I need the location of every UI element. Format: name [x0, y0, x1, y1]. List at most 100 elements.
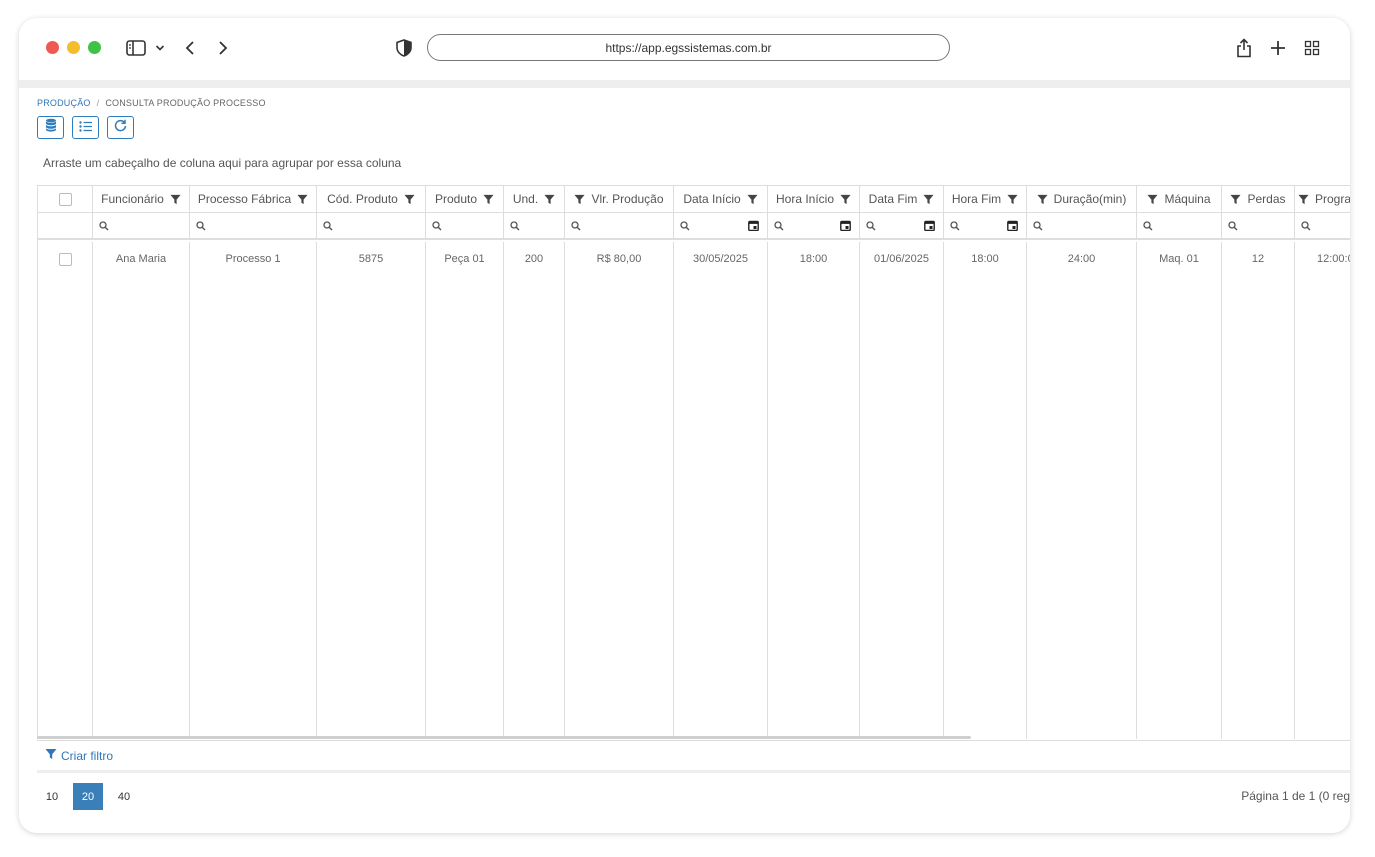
- chevron-down-icon[interactable]: [153, 35, 167, 61]
- filter-icon[interactable]: [840, 194, 851, 205]
- column-header-label: Máquina: [1164, 192, 1211, 206]
- filter-icon[interactable]: [1230, 194, 1242, 205]
- search-icon: [1143, 220, 1153, 231]
- table-cell: R$ 80,00: [565, 242, 674, 739]
- table-cell: Maq. 01: [1137, 242, 1222, 739]
- tab-overview-icon[interactable]: [1303, 35, 1321, 61]
- refresh-button[interactable]: [107, 116, 134, 139]
- grid-header-row: Funcionário Processo Fábrica Cód. Produto P…: [38, 186, 1350, 213]
- column-header-label: Duração(min): [1053, 192, 1127, 206]
- column-header-maquina[interactable]: Máquina: [1137, 186, 1222, 212]
- filter-cell-processo-fabrica[interactable]: [190, 213, 317, 238]
- filter-cell-maquina[interactable]: [1137, 213, 1222, 238]
- row-select-cell: [38, 242, 93, 739]
- calendar-icon[interactable]: [840, 220, 851, 231]
- create-filter-bar[interactable]: Criar filtro: [37, 740, 1350, 773]
- search-icon: [196, 220, 206, 231]
- filter-cell-data-fim[interactable]: [860, 213, 944, 238]
- filter-icon[interactable]: [1007, 194, 1018, 205]
- select-all-checkbox[interactable]: [58, 192, 72, 206]
- column-header-progra[interactable]: Progra: [1295, 186, 1350, 212]
- maximize-window-button[interactable]: [88, 41, 101, 54]
- address-bar[interactable]: https://app.egssistemas.com.br: [427, 34, 950, 61]
- new-tab-icon[interactable]: [1268, 35, 1288, 61]
- filter-icon[interactable]: [1147, 194, 1159, 205]
- filter-cell-und[interactable]: [504, 213, 565, 238]
- filter-cell-funcionario[interactable]: [93, 213, 190, 238]
- calendar-icon[interactable]: [748, 220, 759, 231]
- column-header-label: Hora Fim: [951, 192, 1002, 206]
- filter-icon[interactable]: [544, 194, 555, 205]
- filter-cell-perdas[interactable]: [1222, 213, 1295, 238]
- filter-icon[interactable]: [404, 194, 415, 205]
- column-header-duracao-min[interactable]: Duração(min): [1027, 186, 1137, 212]
- search-icon: [774, 220, 784, 231]
- filter-icon[interactable]: [574, 194, 586, 205]
- column-header-label: Data Fim: [868, 192, 918, 206]
- filter-icon[interactable]: [297, 194, 308, 205]
- column-header-perdas[interactable]: Perdas: [1222, 186, 1295, 212]
- table-cell: 12: [1222, 242, 1295, 739]
- column-header-data-fim[interactable]: Data Fim: [860, 186, 944, 212]
- column-header-funcionario[interactable]: Funcionário: [93, 186, 190, 212]
- column-header-vlr-producao[interactable]: Vlr. Produção: [565, 186, 674, 212]
- column-header-hora-inicio[interactable]: Hora Início: [768, 186, 860, 212]
- column-header-label: Hora Início: [775, 192, 835, 206]
- select-filter-cell: [38, 213, 93, 238]
- breadcrumb-current: CONSULTA PRODUÇÃO PROCESSO: [105, 98, 266, 108]
- list-button[interactable]: [72, 116, 99, 139]
- filter-icon[interactable]: [1037, 194, 1048, 205]
- page-content: PRODUÇÃO / CONSULTA PRODUÇÃO PROCESSO Arra…: [19, 88, 1350, 833]
- filter-cell-cod-produto[interactable]: [317, 213, 426, 238]
- database-icon: [45, 118, 57, 137]
- horizontal-scrollbar[interactable]: [37, 736, 971, 739]
- filter-cell-progra[interactable]: [1295, 213, 1350, 238]
- share-icon[interactable]: [1235, 35, 1253, 61]
- filter-icon[interactable]: [923, 194, 934, 205]
- column-header-cod-produto[interactable]: Cód. Produto: [317, 186, 426, 212]
- filter-icon[interactable]: [747, 194, 758, 205]
- breadcrumb-link-producao[interactable]: PRODUÇÃO: [37, 98, 91, 108]
- page-size-40-button[interactable]: 40: [109, 783, 139, 810]
- minimize-window-button[interactable]: [67, 41, 80, 54]
- column-header-produto[interactable]: Produto: [426, 186, 504, 212]
- filter-cell-produto[interactable]: [426, 213, 504, 238]
- forward-arrow-icon[interactable]: [215, 35, 231, 61]
- filter-icon[interactable]: [483, 194, 494, 205]
- sidebar-toggle-icon[interactable]: [125, 35, 147, 61]
- filter-cell-data-inicio[interactable]: [674, 213, 768, 238]
- close-window-button[interactable]: [46, 41, 59, 54]
- create-filter-label[interactable]: Criar filtro: [61, 749, 113, 763]
- back-arrow-icon[interactable]: [182, 35, 198, 61]
- table-cell: 30/05/2025: [674, 242, 768, 739]
- column-header-hora-fim[interactable]: Hora Fim: [944, 186, 1027, 212]
- table-cell: 200: [504, 242, 565, 739]
- page-size-20-button[interactable]: 20: [73, 783, 103, 810]
- browser-window: https://app.egssistemas.com.br PRODUÇÃO /…: [19, 18, 1350, 833]
- database-button[interactable]: [37, 116, 64, 139]
- column-header-und[interactable]: Und.: [504, 186, 565, 212]
- page-size-10-button[interactable]: 10: [37, 783, 67, 810]
- row-checkbox[interactable]: [58, 253, 72, 266]
- filter-icon[interactable]: [170, 194, 181, 205]
- column-header-data-inicio[interactable]: Data Início: [674, 186, 768, 212]
- calendar-icon[interactable]: [924, 220, 935, 231]
- filter-cell-hora-fim[interactable]: [944, 213, 1027, 238]
- column-header-label: Progra: [1314, 192, 1350, 206]
- table-cell: 12:00:0: [1295, 242, 1350, 739]
- group-panel-hint[interactable]: Arraste um cabeçalho de coluna aqui para…: [43, 156, 401, 170]
- refresh-icon: [114, 119, 127, 137]
- grid-filter-row: [38, 213, 1350, 240]
- search-icon: [571, 220, 581, 231]
- search-icon: [1301, 220, 1311, 231]
- table-row[interactable]: Ana Maria Processo 1 5875 Peça 01 200 R$ 80,0…: [38, 242, 1350, 739]
- filter-cell-hora-inicio[interactable]: [768, 213, 860, 238]
- column-header-processo-fabrica[interactable]: Processo Fábrica: [190, 186, 317, 212]
- filter-cell-duracao-min[interactable]: [1027, 213, 1137, 238]
- column-header-label: Perdas: [1247, 192, 1286, 206]
- filter-icon: [45, 748, 57, 763]
- filter-cell-vlr-producao[interactable]: [565, 213, 674, 238]
- filter-icon[interactable]: [1298, 194, 1309, 205]
- table-cell: 5875: [317, 242, 426, 739]
- calendar-icon[interactable]: [1007, 220, 1018, 231]
